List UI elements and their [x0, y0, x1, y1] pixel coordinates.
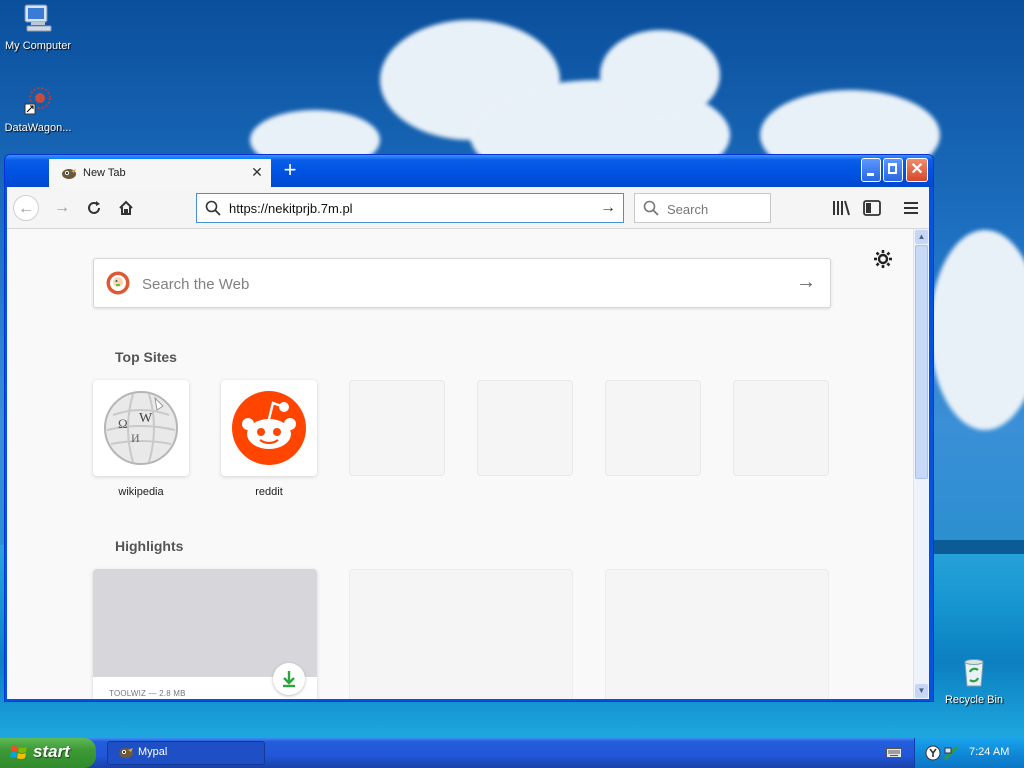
- svg-text:Ω: Ω: [118, 416, 128, 431]
- gear-icon[interactable]: [873, 249, 893, 269]
- new-tab-page: → Top Sites Ω W И wikipedia: [7, 229, 913, 699]
- tab-title: New Tab: [83, 167, 126, 179]
- mypal-favicon-icon: [62, 169, 76, 179]
- keyboard-icon[interactable]: [886, 747, 902, 759]
- top-site-label: wikipedia: [118, 486, 164, 498]
- highlight-placeholder: [605, 569, 829, 699]
- download-icon: [283, 671, 295, 688]
- arrow-right-icon[interactable]: →: [796, 271, 816, 294]
- home-icon: [119, 200, 133, 215]
- download-badge: [273, 663, 305, 695]
- top-sites-title: Top Sites: [115, 349, 177, 365]
- address-bar[interactable]: https://nekitprjb.7m.pl →: [196, 193, 624, 223]
- datawagon-icon: [24, 87, 51, 115]
- desktop-icon-label: My Computer: [4, 40, 72, 52]
- close-window-button[interactable]: ✕: [906, 158, 928, 182]
- reload-icon: [88, 201, 100, 214]
- desktop-icon-datawagon[interactable]: DataWagon...: [0, 84, 78, 134]
- cloud-decoration: [930, 230, 1024, 430]
- sidebar-icon[interactable]: [861, 197, 883, 219]
- top-site-placeholder: [349, 380, 445, 476]
- tray-app-icon[interactable]: [925, 745, 941, 761]
- reddit-alien-icon: [232, 391, 306, 465]
- taskbar-item-label: Mypal: [138, 746, 168, 758]
- maximize-button[interactable]: [883, 158, 903, 182]
- start-label: start: [33, 742, 70, 761]
- top-site-placeholder: [733, 380, 829, 476]
- tab-new-tab[interactable]: New Tab ✕: [49, 157, 271, 187]
- top-site-placeholder: [477, 380, 573, 476]
- system-tray: 7:24 AM: [914, 738, 1024, 768]
- highlight-meta: TOOLWIZ — 2.8 MB: [109, 689, 186, 698]
- search-input[interactable]: [665, 199, 769, 219]
- horizon-decoration: [930, 540, 1024, 554]
- home-button[interactable]: [113, 195, 139, 221]
- clock: 7:24 AM: [969, 746, 1010, 758]
- scroll-up-button[interactable]: ▲: [915, 230, 928, 244]
- mypal-app-icon: [119, 748, 133, 758]
- top-site-tile-reddit[interactable]: [221, 380, 317, 476]
- duckduckgo-icon: [106, 271, 130, 295]
- windows-flag-icon: [10, 746, 27, 759]
- top-site-label: reddit: [255, 486, 283, 498]
- start-button[interactable]: start: [0, 738, 96, 768]
- web-search-input[interactable]: [140, 273, 784, 295]
- back-button[interactable]: ←: [13, 195, 39, 221]
- cloud-decoration: [600, 30, 720, 120]
- search-icon: [205, 200, 221, 216]
- recycle-bin-icon: [964, 659, 984, 687]
- network-icon[interactable]: [943, 745, 959, 761]
- menu-icon[interactable]: [900, 197, 922, 219]
- taskbar-item-mypal[interactable]: Mypal: [107, 741, 265, 765]
- top-site-tile-wikipedia[interactable]: Ω W И: [93, 380, 189, 476]
- reload-button[interactable]: [81, 195, 107, 221]
- taskbar: start Mypal 7:24 AM: [0, 738, 1024, 768]
- library-icon[interactable]: [830, 197, 852, 219]
- new-tab-button[interactable]: +: [279, 159, 301, 182]
- desktop-icon-label: Recycle Bin: [944, 694, 1004, 706]
- highlight-placeholder: [349, 569, 573, 699]
- web-search-box[interactable]: →: [93, 258, 831, 308]
- title-bar[interactable]: New Tab ✕ + ✕: [5, 155, 933, 187]
- url-text[interactable]: https://nekitprjb.7m.pl: [229, 201, 353, 216]
- top-site-placeholder: [605, 380, 701, 476]
- search-bar[interactable]: [634, 193, 771, 223]
- highlight-card[interactable]: TOOLWIZ — 2.8 MB: [93, 569, 317, 699]
- desktop-icon-recycle-bin[interactable]: Recycle Bin: [934, 656, 1014, 706]
- close-tab-icon[interactable]: ✕: [249, 164, 265, 180]
- navigation-toolbar: ← → https://nekitprjb.7m.pl →: [7, 187, 929, 229]
- vertical-scrollbar[interactable]: ▲ ▼: [913, 229, 929, 699]
- scrollbar-thumb[interactable]: [915, 245, 928, 479]
- computer-icon: [24, 4, 52, 32]
- forward-button[interactable]: →: [49, 195, 75, 221]
- highlights-title: Highlights: [115, 538, 184, 554]
- scroll-down-button[interactable]: ▼: [915, 684, 928, 698]
- highlight-thumbnail: [93, 569, 317, 677]
- minimize-button[interactable]: [861, 158, 881, 182]
- svg-text:И: И: [131, 431, 140, 445]
- wikipedia-globe-icon: Ω W И: [104, 391, 178, 465]
- svg-text:W: W: [139, 411, 153, 426]
- go-arrow-icon[interactable]: →: [598, 198, 618, 218]
- browser-window: New Tab ✕ + ✕ ← → https://nekitprjb.7m.p…: [4, 154, 934, 702]
- desktop-icon-my-computer[interactable]: My Computer: [0, 2, 78, 52]
- close-icon: ✕: [910, 161, 924, 178]
- desktop-icon-label: DataWagon...: [4, 122, 72, 134]
- search-icon: [643, 200, 659, 216]
